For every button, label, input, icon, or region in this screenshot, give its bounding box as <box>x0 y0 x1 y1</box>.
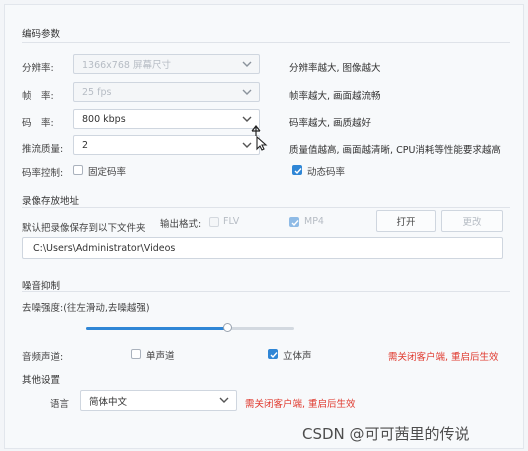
quality-select[interactable]: 2 <box>73 135 260 155</box>
stereo-checkbox[interactable] <box>268 349 278 359</box>
bitrate-value: 800 kbps <box>82 113 126 125</box>
chevron-down-icon <box>242 116 252 122</box>
change-folder-button[interactable]: 更改 <box>441 210 503 232</box>
audio-channel-label: 音频声道: <box>22 352 64 363</box>
resolution-select[interactable]: 1366x768 屏幕尺寸 <box>73 54 260 74</box>
resolution-hint: 分辨率越大, 图像越大 <box>289 63 381 74</box>
mp4-checkbox[interactable] <box>289 217 299 227</box>
chevron-down-icon <box>242 89 252 95</box>
framerate-value: 25 fps <box>82 86 112 98</box>
quality-label: 推流质量: <box>22 144 64 155</box>
bitrate-hint: 码率越大, 画质越好 <box>289 118 372 129</box>
rate-control-label: 码率控制: <box>22 168 64 179</box>
chevron-down-icon <box>219 397 229 403</box>
audio-restart-note: 需关闭客户端, 重启后生效 <box>388 352 499 363</box>
bitrate-select[interactable]: 800 kbps <box>73 109 260 129</box>
resolution-label: 分辨率: <box>22 63 54 74</box>
section-title-encoding: 编码参数 <box>22 29 61 40</box>
quality-value: 2 <box>82 139 89 151</box>
quality-hint: 质量值越高, 画面越清晰, CPU消耗等性能要求越高 <box>289 145 501 156</box>
flv-checkbox[interactable] <box>209 217 219 227</box>
mono-checkbox[interactable] <box>131 349 141 359</box>
language-label: 语言 <box>50 399 70 410</box>
record-path-label: 默认把录像保存到以下文件夹 <box>22 223 146 234</box>
fixed-bitrate-label: 固定码率 <box>88 167 127 178</box>
open-folder-button[interactable]: 打开 <box>376 210 436 232</box>
chevron-down-icon <box>242 61 252 67</box>
resolution-value: 1366x768 屏幕尺寸 <box>82 60 171 71</box>
divider <box>22 42 510 43</box>
mono-label: 单声道 <box>146 351 175 362</box>
mp4-label: MP4 <box>304 216 324 227</box>
check-icon <box>294 168 302 175</box>
framerate-hint: 帧率越大, 画面越流畅 <box>289 91 381 102</box>
divider <box>22 291 510 292</box>
dynamic-bitrate-checkbox[interactable] <box>292 165 302 175</box>
noise-slider-track[interactable] <box>86 323 294 332</box>
watermark-text: CSDN @可可茜里的传说 <box>302 425 470 443</box>
divider <box>22 207 510 208</box>
language-select[interactable]: 简体中文 <box>80 390 237 411</box>
mouse-cursor-icon <box>251 125 268 151</box>
language-value: 简体中文 <box>89 396 128 408</box>
dynamic-bitrate-label: 动态码率 <box>307 167 346 178</box>
bitrate-label: 码 率: <box>22 118 54 129</box>
framerate-select[interactable]: 25 fps <box>73 82 260 102</box>
noise-strength-label: 去噪强度:(往左滑动,去噪越强) <box>22 303 150 314</box>
stereo-label: 立体声 <box>283 351 312 362</box>
language-restart-note: 需关闭客户端, 重启后生效 <box>245 399 356 410</box>
check-icon <box>270 352 278 359</box>
section-title-other: 其他设置 <box>22 375 61 386</box>
section-title-noise: 噪音抑制 <box>22 281 61 292</box>
output-format-label: 输出格式: <box>160 219 202 230</box>
flv-label: FLV <box>223 216 240 227</box>
noise-slider-fill <box>86 327 228 330</box>
framerate-label: 帧 率: <box>22 91 54 102</box>
check-icon <box>291 220 299 227</box>
fixed-bitrate-checkbox[interactable] <box>73 165 83 175</box>
section-title-recording: 录像存放地址 <box>22 196 80 207</box>
record-path-input[interactable]: C:\Users\Administrator\Videos <box>22 237 503 259</box>
